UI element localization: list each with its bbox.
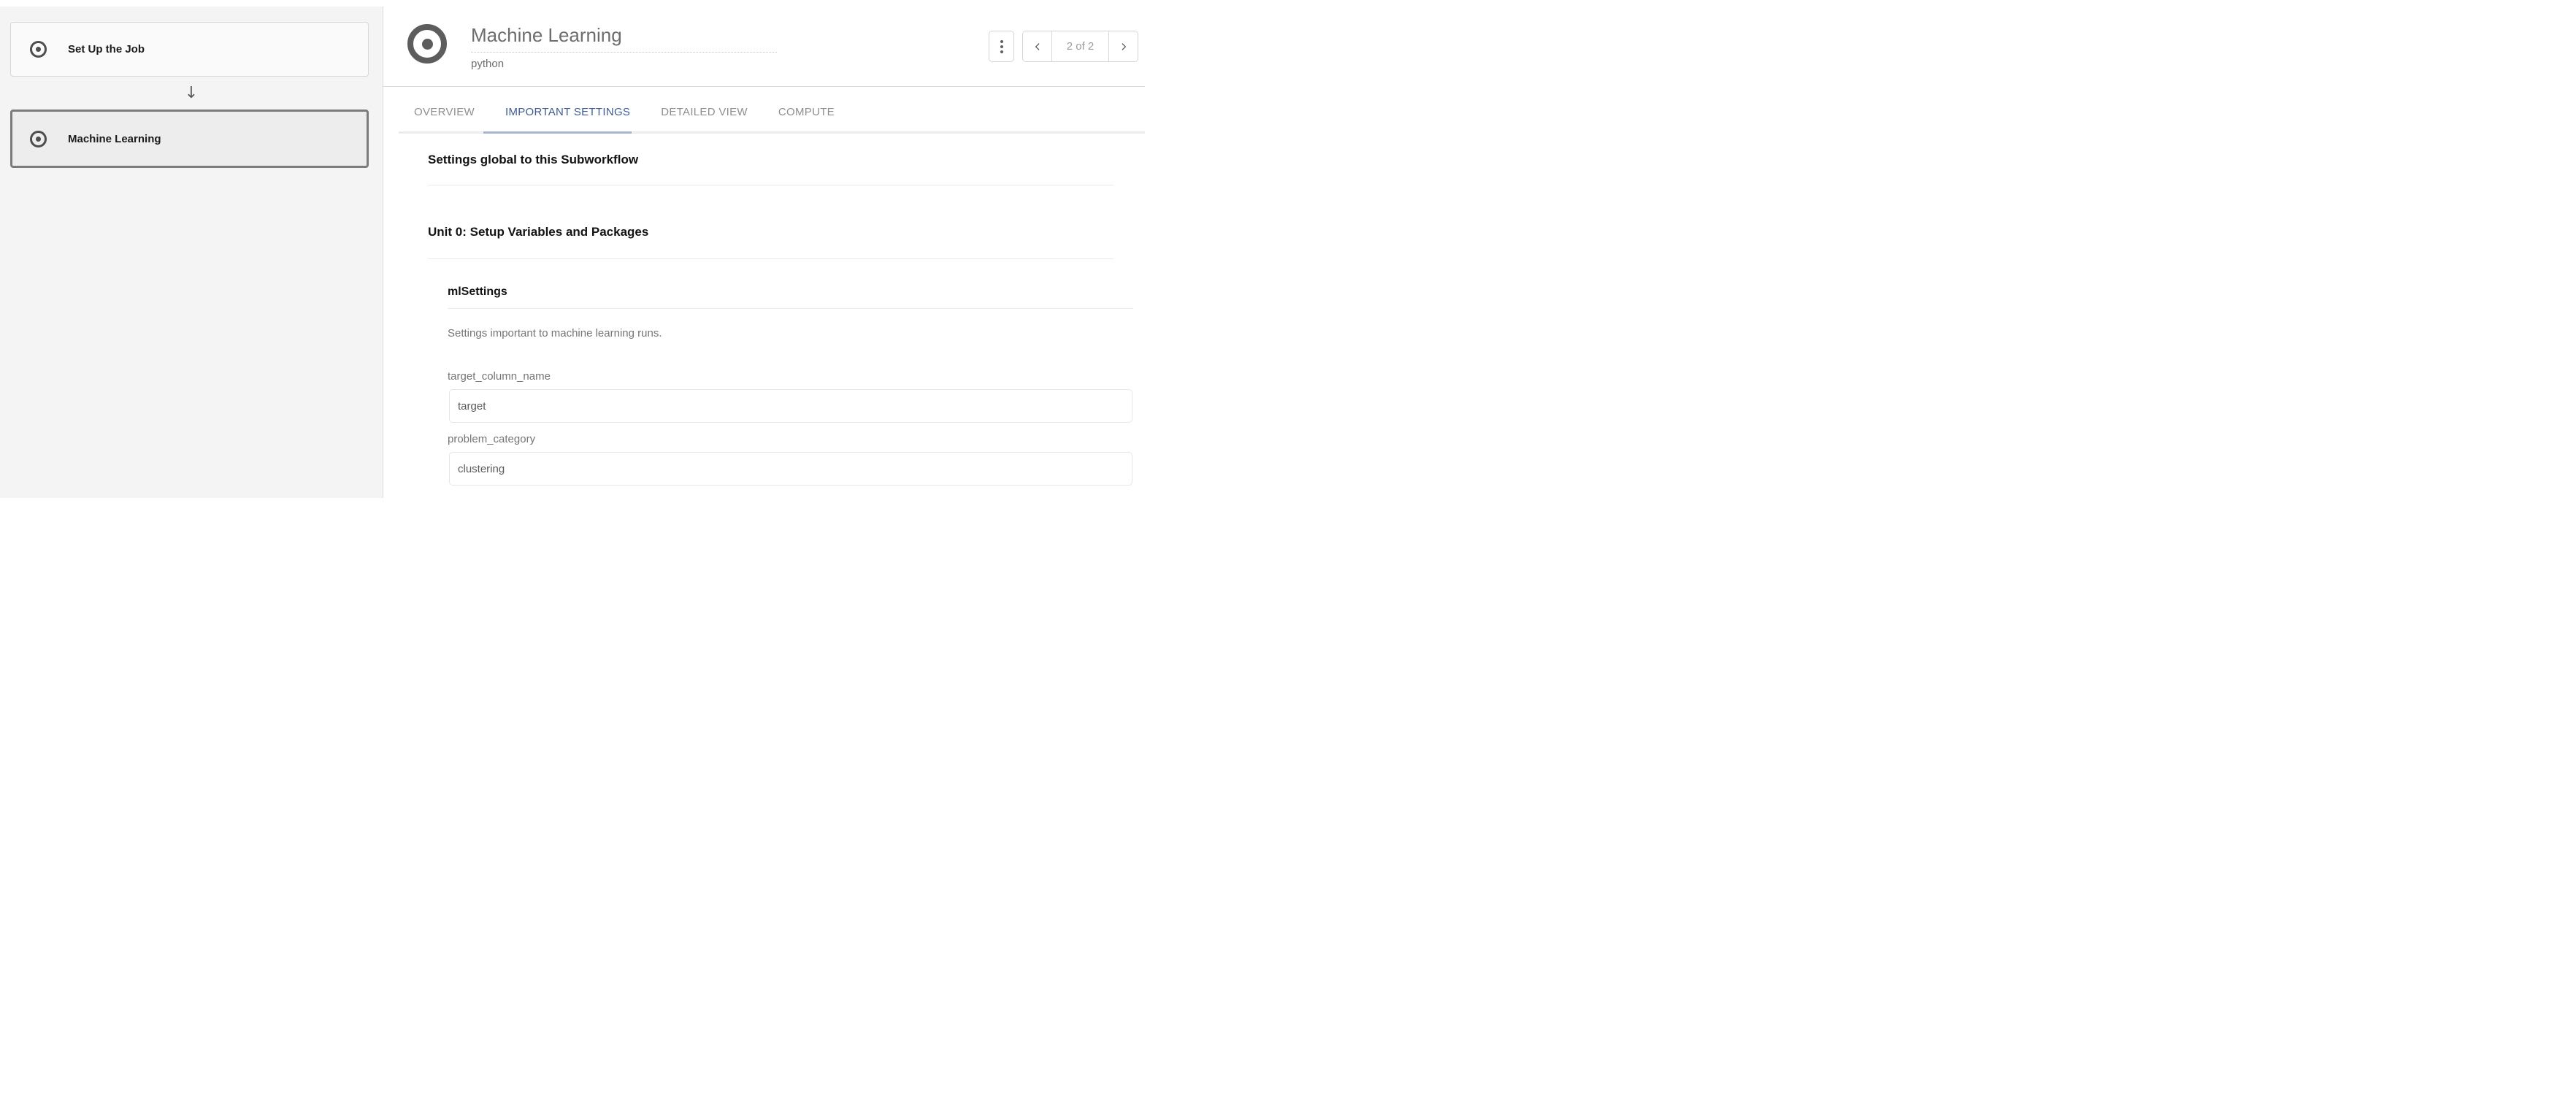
- header-text: Machine Learning python: [471, 24, 777, 70]
- top-band: [0, 0, 1145, 7]
- group-divider: [448, 308, 1133, 309]
- target-radio-icon-dot: [36, 137, 41, 142]
- unit-title: Unit 0: Setup Variables and Packages: [428, 225, 1145, 239]
- active-tab-ink-bar: [483, 131, 632, 134]
- header-actions: 2 of 2: [989, 31, 1138, 62]
- sidebar-item-set-up-the-job[interactable]: Set Up the Job: [10, 22, 369, 77]
- tab-detailed-view[interactable]: DETAILED VIEW: [661, 106, 748, 119]
- kebab-vertical-icon: [1000, 40, 1003, 53]
- previous-node-button[interactable]: [1023, 31, 1051, 61]
- target-radio-icon: [30, 131, 47, 147]
- field-label-target-column-name: target_column_name: [448, 370, 1145, 383]
- header-divider: [383, 86, 1145, 87]
- pagination-label: 2 of 2: [1051, 31, 1109, 61]
- field-label-problem-category: problem_category: [448, 433, 1145, 445]
- unit-content: mlSettings Settings important to machine…: [448, 285, 1145, 486]
- settings-content: Settings global to this Subworkflow Unit…: [383, 153, 1145, 486]
- chevron-left-icon: [1032, 42, 1043, 52]
- section-title: Settings global to this Subworkflow: [428, 153, 1145, 167]
- tab-overview[interactable]: OVERVIEW: [414, 106, 475, 119]
- page-title: Machine Learning: [471, 24, 777, 53]
- settings-group-name: mlSettings: [448, 285, 1145, 299]
- tab-bar: OVERVIEW IMPORTANT SETTINGS DETAILED VIE…: [414, 106, 1145, 119]
- target-radio-icon: [407, 24, 447, 64]
- node-pagination: 2 of 2: [1022, 31, 1138, 62]
- next-node-button[interactable]: [1109, 31, 1138, 61]
- settings-group-description: Settings important to machine learning r…: [448, 327, 1145, 340]
- node-label: Machine Learning: [68, 133, 161, 145]
- target-radio-icon-dot: [422, 39, 433, 50]
- node-label: Set Up the Job: [68, 43, 145, 55]
- tab-compute[interactable]: COMPUTE: [778, 106, 835, 119]
- node-detail-panel: Machine Learning python 2 of 2: [383, 7, 1145, 498]
- tab-divider: [399, 131, 1145, 134]
- workflow-sidebar: Set Up the Job ↓ Machine Learning: [0, 7, 383, 498]
- chevron-right-icon: [1119, 42, 1129, 52]
- unit-divider: [428, 258, 1113, 259]
- arrow-down-icon: ↓: [0, 77, 383, 110]
- more-options-button[interactable]: [989, 31, 1014, 62]
- sidebar-item-machine-learning[interactable]: Machine Learning: [10, 110, 369, 168]
- tab-important-settings[interactable]: IMPORTANT SETTINGS: [505, 106, 630, 119]
- problem-category-input[interactable]: [449, 452, 1132, 486]
- page-subtitle: python: [471, 58, 777, 70]
- node-header: Machine Learning python 2 of 2: [383, 7, 1145, 70]
- target-column-name-input[interactable]: [449, 389, 1132, 423]
- app-window: Set Up the Job ↓ Machine Learning Machin…: [0, 7, 1145, 498]
- target-radio-icon-dot: [36, 47, 41, 52]
- target-radio-icon: [30, 41, 47, 58]
